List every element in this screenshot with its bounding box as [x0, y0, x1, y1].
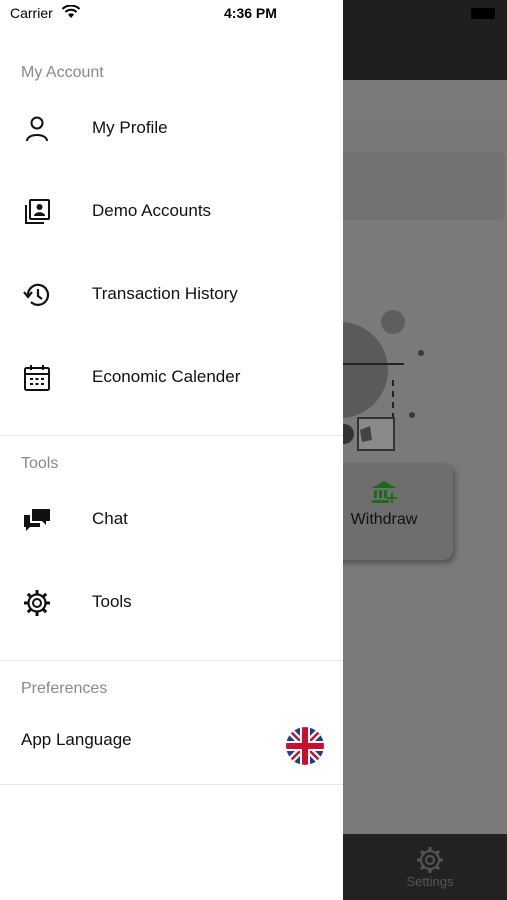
menu-item-label: App Language [21, 730, 132, 749]
menu-item-label: Tools [92, 592, 132, 611]
person-icon [26, 116, 48, 142]
menu-item-my-profile[interactable]: My Profile [0, 100, 343, 156]
battery-icon [471, 8, 495, 19]
menu-item-economic-calender[interactable]: Economic Calender [0, 349, 343, 405]
menu-item-demo-accounts[interactable]: Demo Accounts [0, 183, 343, 239]
settings-tab-label[interactable]: Settings [392, 874, 468, 889]
carrier-label: Carrier [10, 5, 53, 21]
section-divider [0, 435, 343, 436]
menu-item-label: Transaction History [92, 284, 238, 303]
side-drawer: Carrier 4:36 PM My Account My Profile De… [0, 0, 343, 900]
wifi-icon [61, 5, 81, 18]
menu-item-label: Chat [92, 509, 128, 528]
menu-item-app-language[interactable]: App Language [0, 718, 343, 774]
section-divider [0, 784, 343, 785]
gear-icon [24, 590, 50, 616]
contacts-icon [25, 199, 50, 224]
menu-item-chat[interactable]: Chat [0, 491, 343, 547]
status-bar: Carrier 4:36 PM [0, 0, 343, 28]
calendar-icon [24, 365, 50, 391]
section-title-tools: Tools [21, 455, 59, 472]
menu-item-transaction-history[interactable]: Transaction History [0, 266, 343, 322]
bank-icon [372, 481, 397, 503]
menu-item-label: Economic Calender [92, 367, 241, 386]
menu-item-label: My Profile [92, 118, 168, 137]
clock: 4:36 PM [224, 5, 277, 21]
history-icon [23, 283, 50, 306]
section-title-my-account: My Account [21, 64, 104, 81]
section-divider [0, 660, 343, 661]
menu-item-tools[interactable]: Tools [0, 574, 343, 630]
background-card [320, 152, 505, 220]
menu-item-label: Demo Accounts [92, 201, 212, 220]
chat-icon [24, 509, 50, 531]
background-band [320, 120, 507, 152]
section-title-preferences: Preferences [21, 680, 108, 697]
settings-tab-gear-icon[interactable] [416, 846, 444, 874]
uk-flag-icon[interactable] [286, 727, 324, 765]
